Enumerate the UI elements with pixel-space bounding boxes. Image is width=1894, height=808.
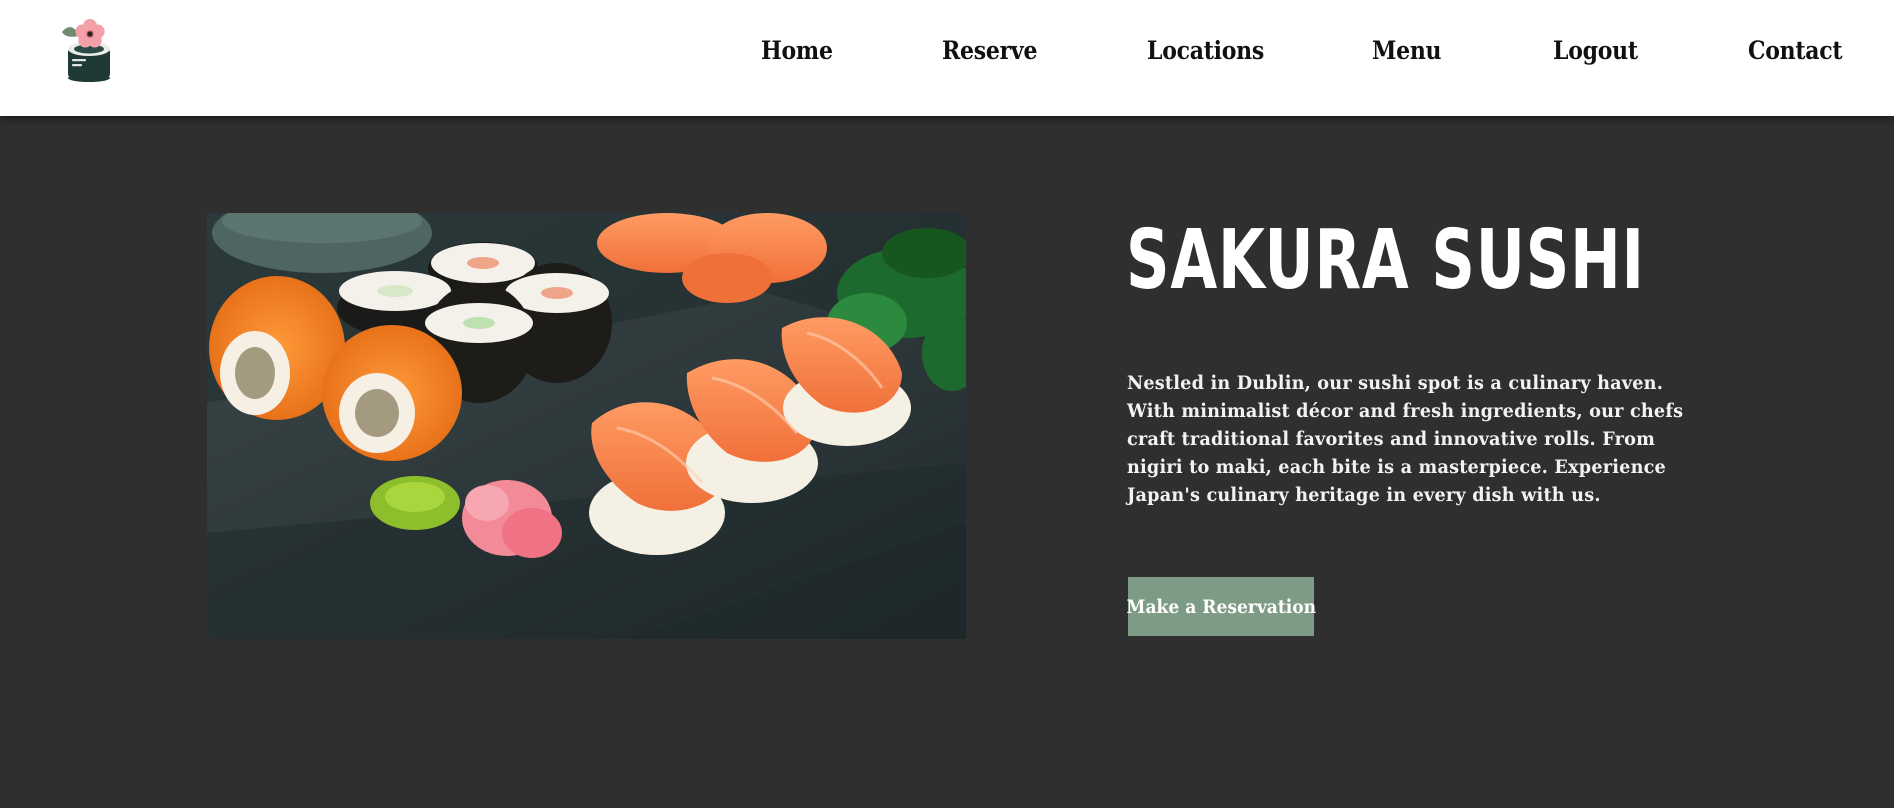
hero-description-line: Japan's culinary heritage in every dish … [1127, 484, 1601, 506]
make-reservation-label: Make a Reservation [1126, 595, 1316, 618]
nav-contact[interactable]: Contact [1748, 30, 1843, 72]
hero-sushi-image [207, 213, 966, 639]
hero-description-line: nigiri to maki, each bite is a masterpie… [1127, 456, 1666, 478]
sushi-logo-icon[interactable] [58, 14, 118, 82]
make-reservation-button[interactable]: Make a Reservation [1126, 577, 1316, 636]
hero-description: Nestled in Dublin, our sushi spot is a c… [1127, 369, 1684, 509]
hero-description-line: craft traditional favorites and innovati… [1127, 428, 1655, 450]
nav-logout[interactable]: Logout [1553, 30, 1638, 72]
page: Home Reserve Locations Menu Logout Conta… [0, 0, 1894, 808]
site-header: Home Reserve Locations Menu Logout Conta… [0, 0, 1894, 116]
nav-locations[interactable]: Locations [1147, 30, 1264, 72]
nav-menu[interactable]: Menu [1372, 30, 1442, 72]
hero-description-line: Nestled in Dublin, our sushi spot is a c… [1127, 372, 1664, 394]
hero-description-line: With minimalist décor and fresh ingredie… [1127, 400, 1684, 422]
hero-title: SAKURA SUSHI [1126, 213, 1645, 308]
nav-home[interactable]: Home [761, 30, 833, 72]
nav-reserve[interactable]: Reserve [942, 30, 1037, 72]
